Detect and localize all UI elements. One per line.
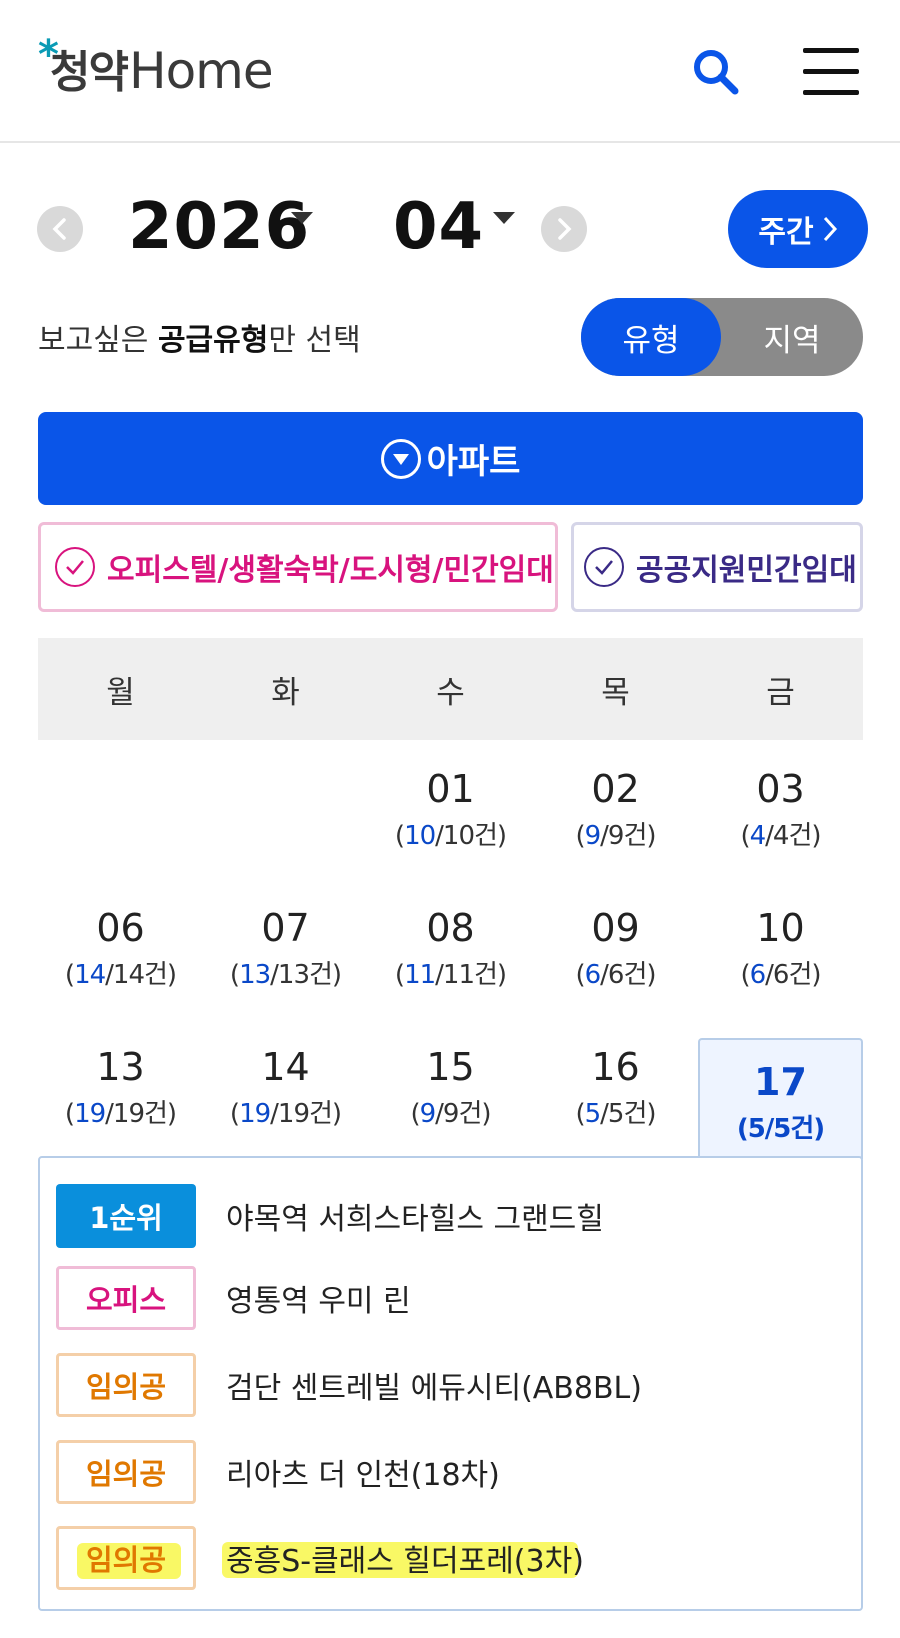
search-icon[interactable] (690, 46, 742, 98)
listing-title[interactable]: 야목역 서희스타힐스 그랜드힐 (226, 1194, 604, 1238)
year-select[interactable]: 2026 (128, 190, 310, 264)
day-listings-panel: 1순위 야목역 서희스타힐스 그랜드힐 오피스 영통역 우미 린 임의공 검단 … (38, 1156, 863, 1611)
day-count: (10/10건) (394, 821, 507, 851)
toggle-type-option[interactable]: 유형 (581, 298, 721, 376)
day-number: 13 (96, 1045, 145, 1089)
weekday-mon: 월 (106, 674, 135, 711)
weekday-header: 월 화 수 목 금 (38, 638, 863, 740)
calendar-day[interactable]: 01 (10/10건) (368, 745, 533, 860)
day-count: (13/13건) (229, 960, 342, 990)
logo-star: * (38, 32, 59, 78)
filter-text-prefix: 보고싶은 (38, 323, 158, 358)
day-count: (6/6건) (740, 960, 821, 990)
calendar-day[interactable]: 15 (9/9건) (368, 1023, 533, 1138)
site-logo[interactable]: * 청약 Home (38, 32, 274, 100)
day-number: 03 (756, 767, 805, 811)
public-rental-chip-label: 공공지원민간임대 (636, 553, 857, 588)
day-count: (19/19건) (64, 1099, 177, 1129)
day-number: 10 (756, 906, 805, 950)
next-month-button[interactable] (541, 206, 587, 252)
weekday-wed: 수 (436, 674, 465, 711)
listing-title[interactable]: 리아츠 더 인천(18차) (226, 1450, 500, 1494)
hamburger-menu-icon[interactable] (803, 48, 859, 96)
listing-item[interactable]: 오피스 영통역 우미 린 (56, 1264, 846, 1332)
day-number: 01 (426, 767, 475, 811)
listing-badge: 임의공 (56, 1526, 196, 1590)
day-number: 16 (591, 1045, 640, 1089)
apartment-category-button[interactable]: 아파트 (38, 412, 863, 505)
day-number: 07 (261, 906, 310, 950)
day-number: 02 (591, 767, 640, 811)
day-number: 09 (591, 906, 640, 950)
filter-text-bold: 공급유형 (157, 323, 269, 358)
day-count: (5/5건) (575, 1099, 656, 1129)
calendar-day[interactable]: 07 (13/13건) (203, 884, 368, 999)
top-header: * 청약 Home (0, 0, 900, 143)
month-select[interactable]: 04 (393, 190, 484, 264)
check-circle-icon (55, 547, 95, 587)
day-number: 17 (754, 1060, 807, 1104)
day-count: (9/9건) (410, 1099, 491, 1129)
month-caret-icon (493, 212, 515, 224)
public-rental-category-chip[interactable]: 공공지원민간임대 (571, 522, 863, 612)
calendar-day[interactable]: 09 (6/6건) (533, 884, 698, 999)
calendar-day[interactable]: 14 (19/19건) (203, 1023, 368, 1138)
weekday-tue: 화 (271, 674, 300, 711)
day-number: 15 (426, 1045, 475, 1089)
listing-title[interactable]: 영통역 우미 린 (226, 1276, 411, 1320)
listing-item[interactable]: 1순위 야목역 서희스타힐스 그랜드힐 (56, 1182, 846, 1250)
dropdown-circle-icon (380, 438, 421, 479)
officetel-chip-label: 오피스텔/생활숙박/도시형/민간임대 (107, 553, 554, 588)
filter-instruction: 보고싶은 공급유형만 선택 (38, 315, 361, 359)
calendar-day[interactable]: 06 (14/14건) (38, 884, 203, 999)
calendar-day[interactable]: 13 (19/19건) (38, 1023, 203, 1138)
day-number: 06 (96, 906, 145, 950)
listing-title[interactable]: 검단 센트레빌 에듀시티(AB8BL) (226, 1363, 642, 1407)
calendar-day-selected[interactable]: 17 (5/5건) (698, 1038, 863, 1159)
listing-badge: 임의공 (56, 1440, 196, 1504)
day-count: (11/11건) (394, 960, 507, 990)
chevron-right-icon (823, 216, 837, 242)
weekly-view-button[interactable]: 주간 (728, 190, 868, 268)
listing-item[interactable]: 임의공 중흥S-클래스 힐더포레(3차) (56, 1524, 846, 1592)
day-count: (9/9건) (575, 821, 656, 851)
day-count: (4/4건) (740, 821, 821, 851)
listing-item[interactable]: 임의공 리아츠 더 인천(18차) (56, 1438, 846, 1506)
calendar-day[interactable]: 16 (5/5건) (533, 1023, 698, 1138)
listing-title[interactable]: 중흥S-클래스 힐더포레(3차) (222, 1536, 584, 1580)
day-number: 08 (426, 906, 475, 950)
chevron-left-icon (52, 218, 66, 240)
officetel-category-chip[interactable]: 오피스텔/생활숙박/도시형/민간임대 (38, 522, 558, 612)
prev-month-button[interactable] (37, 206, 83, 252)
chevron-right-icon (558, 218, 572, 240)
calendar-day[interactable]: 08 (11/11건) (368, 884, 533, 999)
calendar-day[interactable]: 02 (9/9건) (533, 745, 698, 860)
day-count: (19/19건) (229, 1099, 342, 1129)
type-region-toggle[interactable]: 유형 지역 (581, 298, 863, 376)
weekly-view-label: 주간 (758, 215, 814, 250)
day-count: (6/6건) (575, 960, 656, 990)
logo-english-text: Home (128, 42, 274, 100)
listing-badge: 임의공 (56, 1353, 196, 1417)
day-number: 14 (261, 1045, 310, 1089)
toggle-region-option[interactable]: 지역 (721, 298, 863, 376)
day-count: (14/14건) (64, 960, 177, 990)
calendar-day[interactable]: 10 (6/6건) (698, 884, 863, 999)
weekday-thu: 목 (601, 674, 630, 711)
listing-badge: 1순위 (56, 1184, 196, 1248)
listing-badge: 오피스 (56, 1266, 196, 1330)
year-caret-icon (291, 212, 313, 224)
calendar-day[interactable]: 03 (4/4건) (698, 745, 863, 860)
weekday-fri: 금 (766, 674, 795, 711)
apartment-category-label: 아파트 (426, 442, 521, 482)
day-count: (5/5건) (736, 1114, 825, 1144)
check-circle-icon (584, 547, 624, 587)
listing-item[interactable]: 임의공 검단 센트레빌 에듀시티(AB8BL) (56, 1351, 846, 1419)
filter-text-suffix: 만 선택 (268, 323, 361, 358)
logo-korean-text: 청약 (50, 47, 129, 98)
